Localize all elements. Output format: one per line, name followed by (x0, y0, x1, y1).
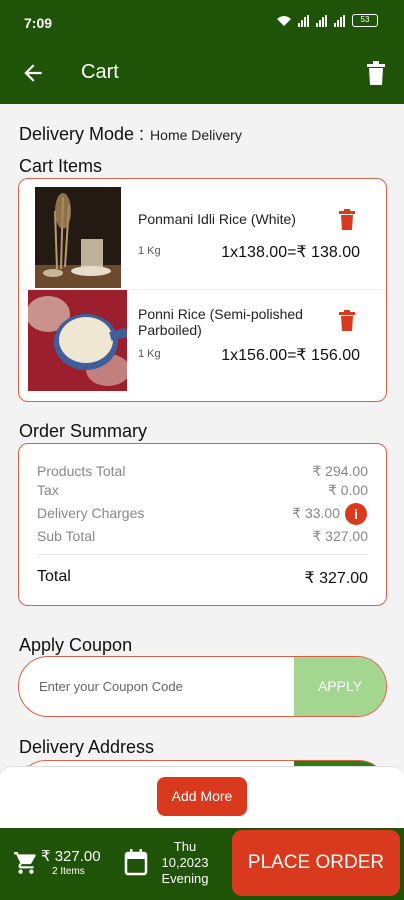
summary-label: Tax (37, 482, 59, 498)
cart-item: Ponmani Idli Rice (White) 1 Kg 1x138.00=… (19, 187, 386, 288)
summary-row: Sub Total ₹ 327.00 (37, 528, 368, 544)
item-name: Ponni Rice (Semi-polished Parboiled) (138, 306, 303, 338)
delete-item-icon[interactable] (338, 310, 356, 332)
cart-items-card: Ponmani Idli Rice (White) 1 Kg 1x138.00=… (18, 178, 387, 402)
calendar-icon[interactable] (124, 848, 148, 876)
back-arrow-icon[interactable] (20, 60, 46, 86)
item-name: Ponmani Idli Rice (White) (138, 211, 296, 227)
delete-item-icon[interactable] (338, 209, 356, 231)
order-summary-card: Products Total ₹ 294.00 Tax ₹ 0.00 Deliv… (18, 443, 387, 606)
item-price: 1x138.00=₹ 138.00 (221, 244, 360, 261)
coupon-field: Enter your Coupon Code APPLY (18, 656, 387, 717)
status-icons: 53 (276, 14, 378, 27)
summary-value: ₹ 0.00 (327, 482, 368, 498)
summary-value: ₹ 327.00 (312, 528, 368, 544)
app-bar: Cart (0, 44, 404, 104)
order-summary-heading: Order Summary (19, 421, 148, 441)
item-price: 1x156.00=₹ 156.00 (221, 347, 360, 364)
place-order-button[interactable]: PLACE ORDER (232, 830, 400, 896)
status-bar: 7:09 53 (0, 0, 404, 44)
summary-row: Products Total ₹ 294.00 (37, 463, 368, 479)
total-label: Total (37, 568, 71, 585)
delivery-mode-value: Home Delivery (150, 127, 242, 143)
cart-total-amount: ₹ 327.00 (41, 848, 101, 865)
info-icon[interactable]: i (345, 503, 367, 525)
cart-item: Ponni Rice (Semi-polished Parboiled) 1 K… (19, 289, 386, 391)
delivery-day: Thu (173, 839, 197, 854)
summary-divider (37, 554, 368, 555)
delivery-date: 10,2023 (161, 855, 209, 870)
delivery-mode: Delivery Mode : Home Delivery (19, 124, 242, 145)
apply-coupon-button[interactable]: APPLY (294, 657, 386, 716)
clear-cart-icon[interactable] (364, 60, 388, 86)
summary-label: Products Total (37, 463, 126, 479)
summary-total-row: Total ₹ 327.00 (37, 568, 368, 587)
bottom-bar: ₹ 327.00 2 Items Thu 10,2023 Evening PLA… (0, 828, 404, 900)
summary-value: ₹ 33.00 (292, 505, 340, 521)
cart-icon (14, 852, 36, 874)
delivery-address-heading: Delivery Address (19, 737, 155, 757)
delivery-slot: Evening (161, 871, 209, 886)
status-time: 7:09 (24, 15, 53, 31)
product-image (28, 290, 127, 391)
summary-label: Sub Total (37, 528, 96, 544)
summary-row: Tax ₹ 0.00 (37, 482, 368, 498)
page-title: Cart (81, 61, 119, 83)
cart-item-count: 2 Items (52, 866, 85, 877)
battery-icon: 53 (352, 14, 378, 27)
item-quantity: 1 Kg (138, 245, 161, 257)
add-more-button[interactable]: Add More (157, 777, 247, 816)
signal-icon (316, 14, 328, 27)
signal-icon (298, 14, 310, 27)
apply-coupon-heading: Apply Coupon (19, 635, 133, 655)
item-quantity: 1 Kg (138, 348, 161, 360)
summary-label: Delivery Charges (37, 505, 145, 521)
delivery-mode-label: Delivery Mode : (19, 124, 145, 144)
coupon-input[interactable]: Enter your Coupon Code (39, 679, 183, 694)
cart-items-heading: Cart Items (19, 156, 103, 176)
wifi-icon (277, 15, 291, 26)
summary-value: ₹ 294.00 (312, 463, 368, 479)
signal-icon (334, 14, 346, 27)
summary-row: Delivery Charges ₹ 33.00 (37, 505, 368, 521)
total-value: ₹ 327.00 (304, 570, 368, 587)
product-image (35, 187, 121, 288)
